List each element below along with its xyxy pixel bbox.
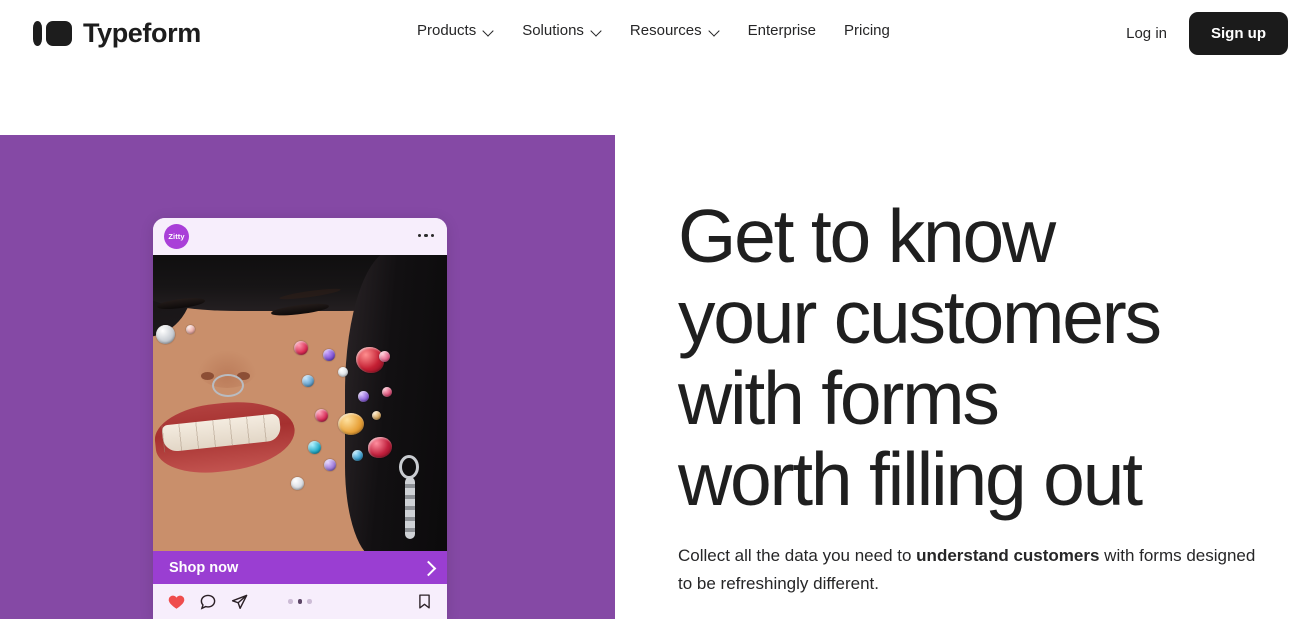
avatar[interactable]: Zitty bbox=[164, 224, 189, 249]
hero-subtitle: Collect all the data you need to underst… bbox=[678, 542, 1268, 598]
nav-item-resources[interactable]: Resources bbox=[630, 22, 720, 39]
brand-name: Typeform bbox=[83, 18, 201, 48]
shop-now-bar[interactable]: Shop now bbox=[153, 551, 447, 584]
signup-button[interactable]: Sign up bbox=[1189, 12, 1288, 55]
shop-now-label: Shop now bbox=[169, 559, 239, 576]
nav-label-products: Products bbox=[417, 22, 477, 39]
nav-item-pricing[interactable]: Pricing bbox=[844, 22, 890, 39]
subtitle-bold: understand customers bbox=[916, 546, 1100, 565]
header-actions: Log in Sign up bbox=[1126, 12, 1288, 55]
post-photo bbox=[153, 255, 447, 551]
chevron-right-icon bbox=[423, 562, 434, 573]
chevron-down-icon bbox=[709, 27, 720, 34]
chevron-down-icon bbox=[483, 27, 494, 34]
nav-label-pricing: Pricing bbox=[844, 22, 890, 39]
title-line-2: your customers bbox=[678, 275, 1162, 359]
share-icon[interactable] bbox=[230, 593, 249, 611]
hero-section: Get to know your customers with forms wo… bbox=[678, 196, 1278, 598]
main-navigation: Products Solutions Resources Enterprise … bbox=[417, 22, 890, 39]
page-title: Get to know your customers with forms wo… bbox=[678, 196, 1278, 520]
subtitle-part-1: Collect all the data you need to bbox=[678, 546, 917, 565]
title-line-1: Get to know bbox=[678, 194, 1056, 278]
nav-item-enterprise[interactable]: Enterprise bbox=[748, 22, 816, 39]
login-link[interactable]: Log in bbox=[1126, 25, 1167, 42]
social-post-card: Zitty Shop now bbox=[153, 218, 447, 619]
avatar-label: Zitty bbox=[168, 232, 185, 241]
nav-label-enterprise: Enterprise bbox=[747, 22, 816, 39]
more-horizontal-icon[interactable] bbox=[417, 234, 434, 238]
post-actions-bar bbox=[153, 584, 447, 619]
bookmark-icon[interactable] bbox=[416, 592, 433, 611]
title-line-3: with forms bbox=[678, 356, 1000, 440]
nav-item-solutions[interactable]: Solutions bbox=[522, 22, 602, 39]
nav-label-resources: Resources bbox=[629, 22, 702, 39]
comment-icon[interactable] bbox=[199, 593, 217, 611]
brand-logo[interactable]: Typeform bbox=[33, 18, 201, 49]
nav-item-products[interactable]: Products bbox=[417, 22, 494, 39]
chevron-down-icon bbox=[591, 27, 602, 34]
site-header: Typeform Products Solutions Resources En… bbox=[0, 0, 1314, 68]
nav-label-solutions: Solutions bbox=[522, 22, 584, 39]
title-line-4: worth filling out bbox=[678, 437, 1143, 521]
typeform-logo-icon bbox=[33, 21, 72, 46]
like-icon[interactable] bbox=[167, 593, 186, 611]
post-card-header: Zitty bbox=[153, 218, 447, 255]
